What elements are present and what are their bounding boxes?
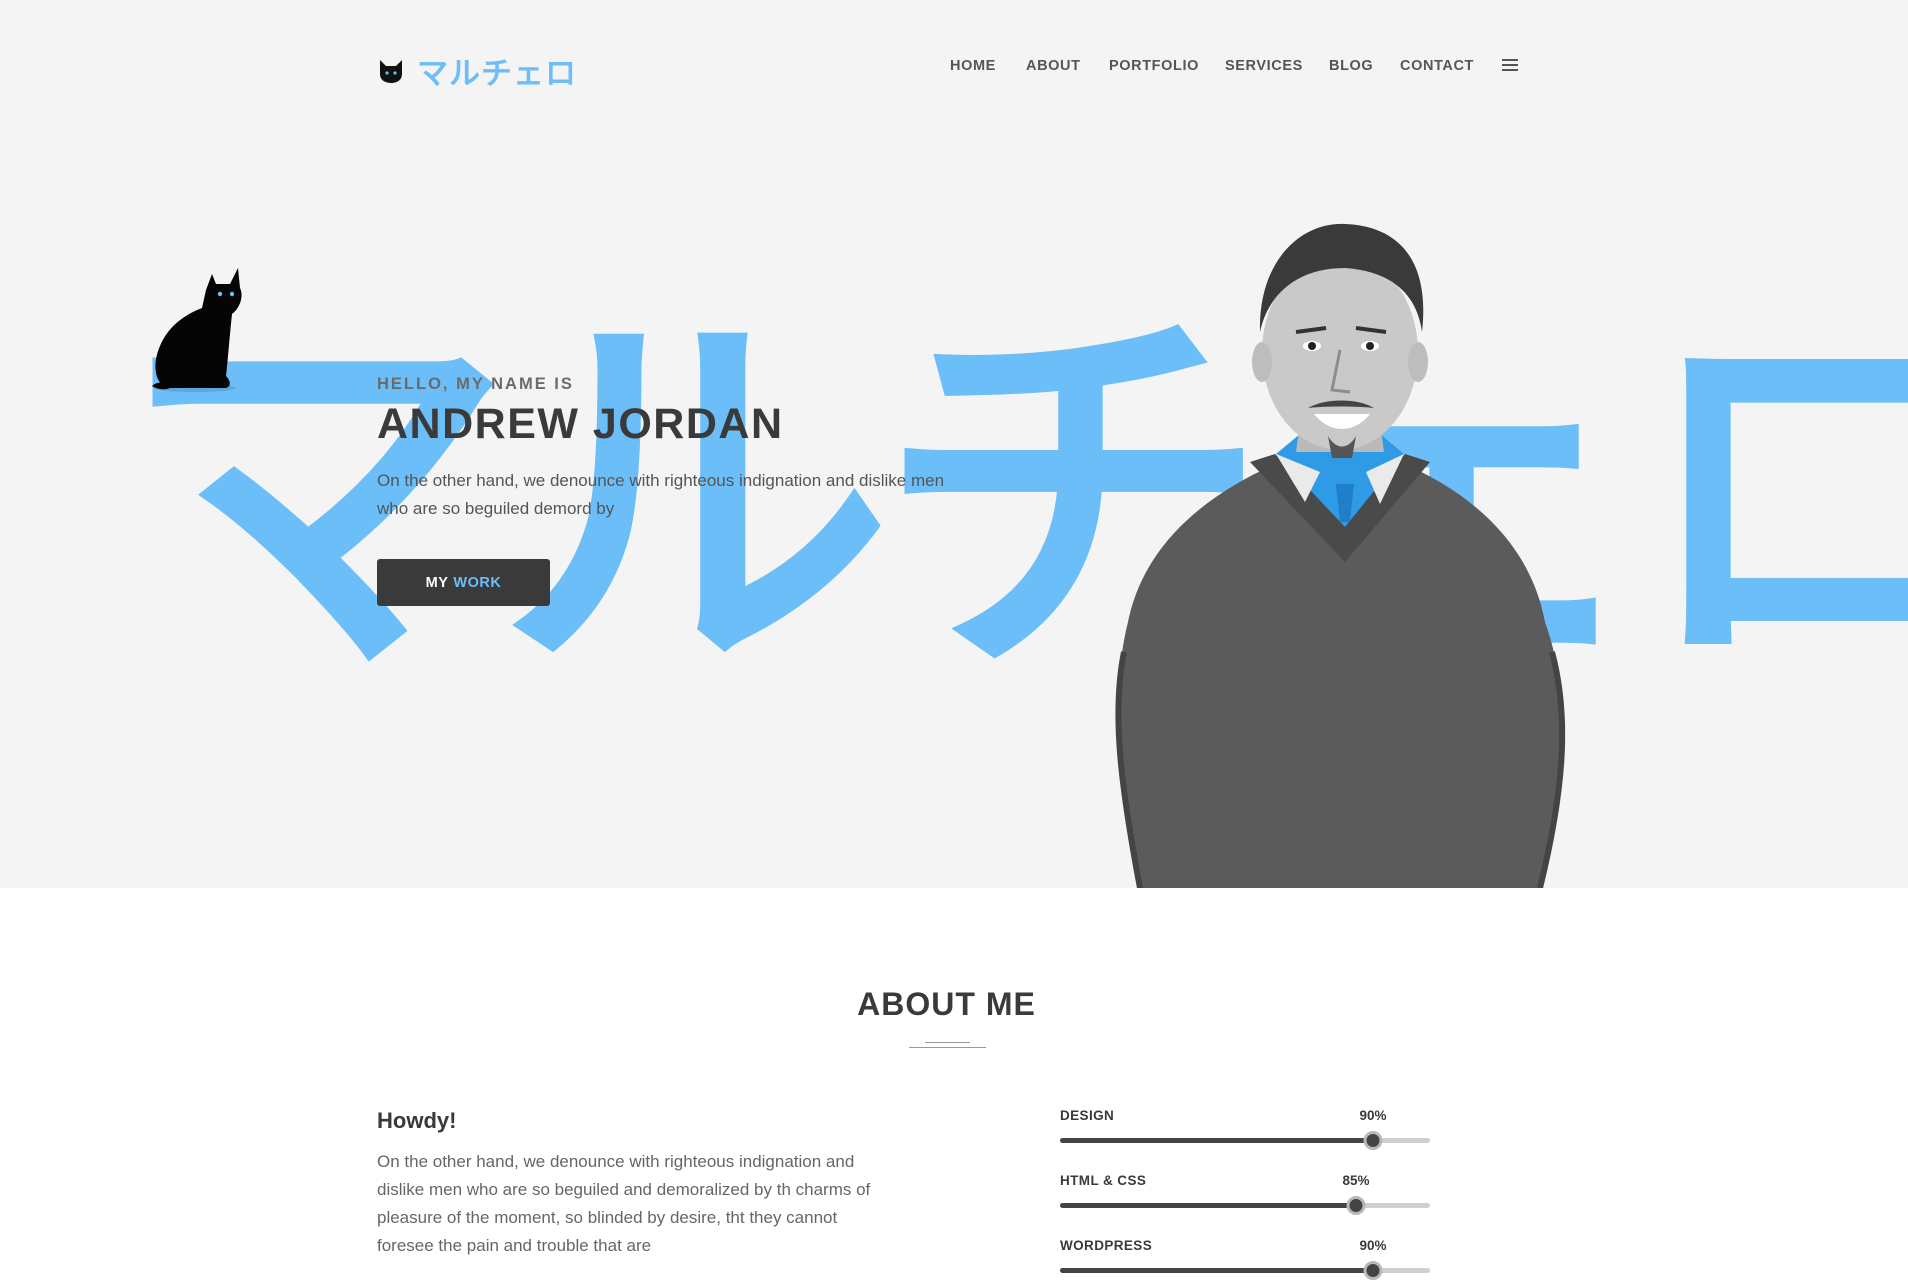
section-divider (909, 1042, 986, 1048)
black-cat-illustration (152, 268, 242, 392)
skill-progress-fill (1060, 1138, 1373, 1143)
nav-portfolio[interactable]: PORTFOLIO (1109, 58, 1199, 74)
skill-progress-track (1060, 1131, 1430, 1150)
andrew-jordan-portrait (1115, 223, 1566, 888)
hamburger-icon[interactable] (1502, 59, 1518, 71)
nav-contact[interactable]: CONTACT (1400, 58, 1474, 74)
about-body-text: On the other hand, we denounce with righ… (377, 1152, 871, 1255)
skill-progress-fill (1060, 1203, 1356, 1208)
skill-percent: 90% (1359, 1108, 1387, 1123)
skill-percent: 90% (1359, 1238, 1387, 1253)
hero-name: ANDREW JORDAN (377, 400, 784, 448)
nav-services[interactable]: SERVICES (1225, 58, 1303, 74)
about-heading: Howdy! (377, 1108, 457, 1133)
skill-name: HTML & CSS (1060, 1173, 1147, 1188)
about-title: ABOUT ME (857, 986, 1036, 1022)
skill-progress-track (1060, 1261, 1430, 1280)
hero-intro: HELLO, MY NAME IS ANDREW JORDAN On the o… (377, 375, 967, 523)
main-navigation: HOME ABOUT PORTFOLIO SERVICES BLOG CONTA… (0, 58, 1908, 78)
skill-slider-knob[interactable] (1363, 1261, 1383, 1280)
my-work-button-label-1: MY (425, 574, 449, 591)
nav-home[interactable]: HOME (950, 58, 996, 74)
skill-progress-track (1060, 1196, 1430, 1215)
hero-section: マルチェロ マルチェロ HOME ABOUT PORTFOLIO SERVICE… (0, 0, 1908, 888)
nav-blog[interactable]: BLOG (1329, 58, 1373, 74)
my-work-button[interactable]: MY WORK (377, 559, 550, 606)
nav-about[interactable]: ABOUT (1026, 58, 1081, 74)
hero-eyebrow: HELLO, MY NAME IS (377, 375, 574, 393)
hero-description: On the other hand, we denounce with righ… (377, 471, 945, 518)
skill-slider-knob[interactable] (1346, 1196, 1366, 1215)
my-work-button-label-2: WORK (453, 574, 502, 591)
skill-progress-fill (1060, 1268, 1373, 1273)
skill-slider-knob[interactable] (1363, 1131, 1383, 1150)
skill-percent: 85% (1342, 1173, 1370, 1188)
skill-name: WORDPRESS (1060, 1238, 1153, 1253)
skill-name: DESIGN (1060, 1108, 1115, 1123)
